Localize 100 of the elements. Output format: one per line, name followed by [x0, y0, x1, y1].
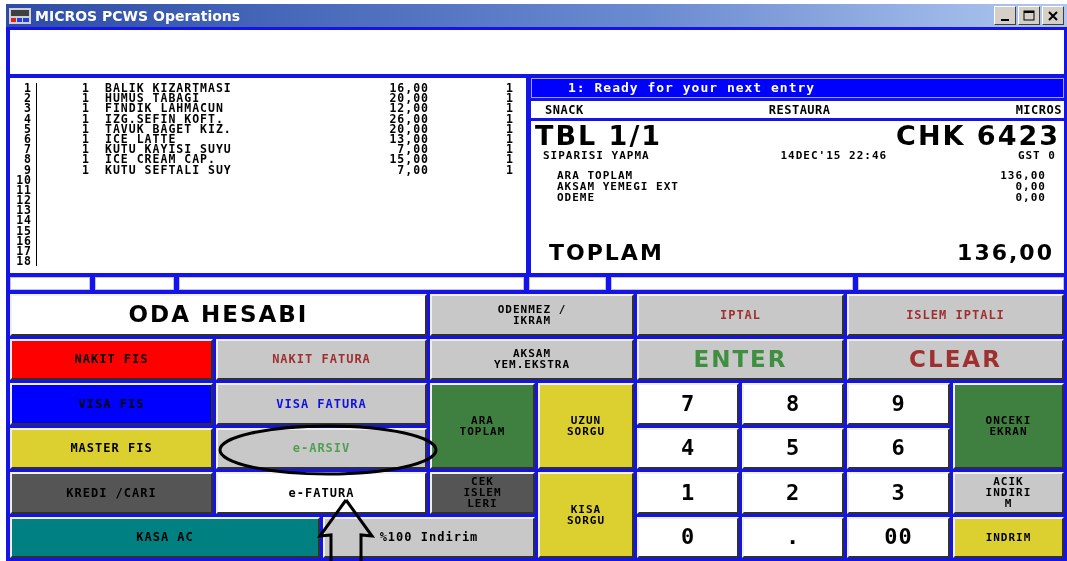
line-number: 18 — [10, 256, 37, 267]
register-icon — [9, 7, 31, 24]
item-name: BALIK KIZARTMASI — [105, 83, 232, 94]
pos-key[interactable]: 0 — [637, 516, 739, 558]
check-datetime: 14DEC'15 22:46 — [780, 149, 888, 162]
pos-key[interactable]: ODENMEZ / IKRAM — [430, 294, 634, 336]
seat-number: 1 — [506, 123, 514, 134]
seat-number: 1 — [506, 83, 514, 94]
pos-key[interactable]: ONCEKI EKRAN — [953, 383, 1064, 469]
line-number: 16 — [10, 235, 37, 246]
line-number: 11 — [10, 184, 37, 196]
pos-key[interactable]: 7 — [637, 383, 739, 425]
guest-count: GST 0 — [1017, 149, 1056, 162]
pos-key[interactable]: KASA AC — [10, 516, 320, 558]
line-number: 12 — [10, 195, 37, 206]
item-quantity: 1 — [82, 103, 90, 114]
item-price: 20,00 — [389, 93, 429, 104]
pos-key[interactable]: ACIK INDIRI M — [953, 472, 1064, 514]
item-price: 7,00 — [397, 144, 429, 155]
pos-key[interactable]: 3 — [847, 472, 950, 514]
pos-key[interactable]: NAKIT FIS — [10, 338, 213, 380]
line-number: 2 — [10, 93, 37, 104]
item-name: FINDIK LAHMACUN — [105, 103, 224, 114]
item-quantity: 1 — [82, 93, 90, 104]
pos-key[interactable]: KISA SORGU — [538, 472, 634, 558]
pos-key[interactable]: 4 — [637, 427, 739, 469]
pos-key[interactable]: e-FATURA — [216, 472, 427, 514]
employee-name: SIPARISI YAPMA — [543, 149, 650, 162]
line-number: 8 — [10, 154, 37, 165]
line-number: 10 — [10, 174, 37, 185]
pos-key[interactable]: CLEAR — [847, 338, 1064, 380]
pos-key[interactable]: VISA FATURA — [216, 383, 427, 425]
pos-key[interactable]: 1 — [637, 472, 739, 514]
seat-number: 1 — [506, 154, 514, 165]
line-number: 13 — [10, 205, 37, 216]
maximize-button[interactable] — [1018, 6, 1040, 25]
pos-key[interactable]: MASTER FIS — [10, 427, 213, 469]
status-bar: 1: Ready for your next entry — [531, 78, 1064, 98]
item-quantity: 1 — [82, 123, 90, 134]
pos-key[interactable]: 9 — [847, 383, 950, 425]
total-amount: 0,00 — [1015, 192, 1046, 203]
check-number: CHK 6423 — [896, 123, 1060, 149]
seat-number: 1 — [506, 164, 514, 175]
pos-key[interactable]: . — [742, 516, 844, 558]
line-number: 9 — [10, 164, 37, 175]
header-label: MICROS — [1015, 102, 1062, 117]
seat-number: 1 — [506, 93, 514, 104]
line-number: 6 — [10, 133, 37, 145]
item-name: HUMUS TABAGI — [105, 93, 201, 104]
item-price: 26,00 — [389, 113, 429, 124]
item-name: ICE LATTE — [105, 133, 177, 145]
total-label: AKSAM YEMEGI EXT — [557, 181, 679, 192]
pos-key[interactable]: AKSAM YEM.EKSTRA — [430, 338, 634, 380]
pos-key[interactable]: INDRIM — [953, 516, 1064, 558]
pos-key[interactable]: ARA TOPLAM — [430, 383, 535, 469]
pos-key[interactable]: UZUN SORGU — [538, 383, 634, 469]
annotation-arrow — [316, 498, 376, 561]
line-number: 1 — [10, 83, 37, 94]
pos-key[interactable]: ODA HESABI — [10, 294, 427, 336]
minimize-icon — [1001, 18, 1009, 21]
close-button[interactable] — [1042, 6, 1064, 25]
pos-key[interactable]: 6 — [847, 427, 950, 469]
item-name: TAVUK BAGET KIZ. — [105, 123, 232, 134]
close-icon — [1048, 10, 1058, 21]
total-amount: 0,00 — [1015, 181, 1046, 192]
item-name: KUTU KAYISI SUYU — [105, 144, 232, 155]
grand-total-label: TOPLAM — [549, 240, 664, 265]
item-quantity: 1 — [82, 154, 90, 165]
maximize-icon — [1023, 10, 1035, 21]
item-name: KUTU SEFTALI SUY — [105, 164, 232, 175]
pos-key[interactable]: 5 — [742, 427, 844, 469]
item-price: 7,00 — [397, 164, 429, 175]
minimize-button[interactable] — [994, 6, 1016, 25]
seat-number: 1 — [506, 133, 514, 145]
total-label: ARA TOPLAM — [557, 170, 634, 181]
pos-key[interactable]: %100 Indirim — [323, 516, 535, 558]
item-quantity: 1 — [82, 133, 90, 145]
pos-key[interactable]: ISLEM IPTALI — [847, 294, 1064, 336]
line-number: 7 — [10, 144, 37, 155]
grand-total-amount: 136,00 — [957, 240, 1054, 265]
line-number: 17 — [10, 246, 37, 257]
pos-key[interactable]: 2 — [742, 472, 844, 514]
item-quantity: 1 — [82, 83, 90, 94]
item-price: 13,00 — [389, 133, 429, 145]
total-amount: 136,00 — [1000, 170, 1046, 181]
pos-key[interactable]: 8 — [742, 383, 844, 425]
pos-key[interactable]: IPTAL — [637, 294, 844, 336]
item-price: 16,00 — [389, 83, 429, 94]
item-name: IZG.SEFIN KOFT. — [105, 113, 224, 124]
table-number: TBL 1/1 — [535, 123, 663, 149]
pos-key[interactable]: 00 — [847, 516, 950, 558]
window-title: MICROS PCWS Operations — [35, 7, 241, 24]
pos-key[interactable]: NAKIT FATURA — [216, 338, 427, 380]
item-quantity: 1 — [82, 113, 90, 124]
line-number: 15 — [10, 225, 37, 236]
item-price: 15,00 — [389, 154, 429, 165]
seat-number: 1 — [506, 113, 514, 124]
header-label: SNACK — [545, 102, 584, 117]
item-price: 20,00 — [389, 123, 429, 134]
line-number: 14 — [10, 215, 37, 226]
